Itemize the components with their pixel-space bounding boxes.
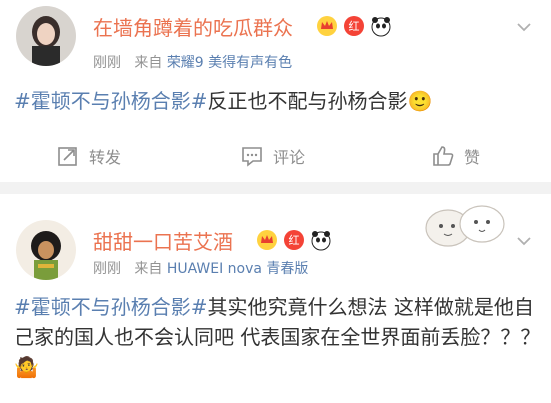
crown-badge-icon: [317, 16, 337, 36]
repost-label: 转发: [89, 148, 122, 167]
post-card-1: 在墙角蹲着的吃瓜群众 红 刚刚 来自 荣耀9 美得有声有色 #霍顿不与孙杨合影#…: [0, 0, 551, 182]
cat-sticker-icon: [425, 205, 505, 247]
source-device[interactable]: 荣耀9 美得有声有色: [167, 55, 292, 71]
timestamp: 刚刚: [93, 55, 121, 71]
panda-badge-icon: [371, 17, 391, 37]
avatar[interactable]: [16, 6, 76, 66]
comment-icon: [242, 147, 262, 167]
source-prefix: 来自: [134, 261, 163, 277]
level-badge-icon: 红: [284, 230, 304, 250]
crown-badge-icon: [257, 230, 277, 250]
hashtag-link[interactable]: #霍顿不与孙杨合影#: [14, 89, 208, 113]
svg-text:红: 红: [349, 20, 360, 33]
post-text: 反正也不配与孙杨合影: [207, 89, 408, 113]
action-bar: 转发 评论 赞: [0, 136, 551, 176]
comment-label: 评论: [273, 148, 306, 167]
panda-badge-icon: [311, 231, 331, 251]
level-badge-icon: 红: [344, 16, 364, 36]
repost-icon: [58, 147, 77, 166]
post-meta: 刚刚 来自 荣耀9 美得有声有色: [93, 52, 292, 72]
chevron-down-icon[interactable]: [515, 18, 533, 36]
chevron-down-icon[interactable]: [515, 232, 533, 250]
username[interactable]: 在墙角蹲着的吃瓜群众: [93, 12, 293, 41]
post-content: #霍顿不与孙杨合影#反正也不配与孙杨合影🙂: [14, 86, 542, 116]
thumbs-up-icon: [433, 146, 454, 166]
repost-button[interactable]: 转发: [57, 136, 121, 176]
like-button[interactable]: 赞: [432, 136, 480, 176]
post-card-2: 甜甜一口苦艾酒 红 刚刚 来自 HUAWEI nova 青春版 #霍顿不与孙杨合…: [0, 194, 551, 403]
timestamp: 刚刚: [93, 261, 121, 277]
svg-text:红: 红: [289, 234, 300, 247]
post-meta: 刚刚 来自 HUAWEI nova 青春版: [93, 258, 308, 278]
post-content: #霍顿不与孙杨合影#其实他究竟什么想法 这样做就是他自己家的国人也不会认同吧 代…: [14, 292, 542, 382]
like-label: 赞: [464, 148, 481, 167]
smile-emoji: 🙂: [407, 89, 433, 113]
hashtag-link[interactable]: #霍顿不与孙杨合影#: [14, 295, 208, 319]
source-prefix: 来自: [134, 55, 163, 71]
shrug-emoji: 🤷: [14, 355, 39, 379]
source-device[interactable]: HUAWEI nova 青春版: [167, 261, 309, 277]
avatar[interactable]: [16, 220, 76, 280]
comment-button[interactable]: 评论: [241, 136, 305, 176]
username[interactable]: 甜甜一口苦艾酒: [93, 226, 233, 255]
